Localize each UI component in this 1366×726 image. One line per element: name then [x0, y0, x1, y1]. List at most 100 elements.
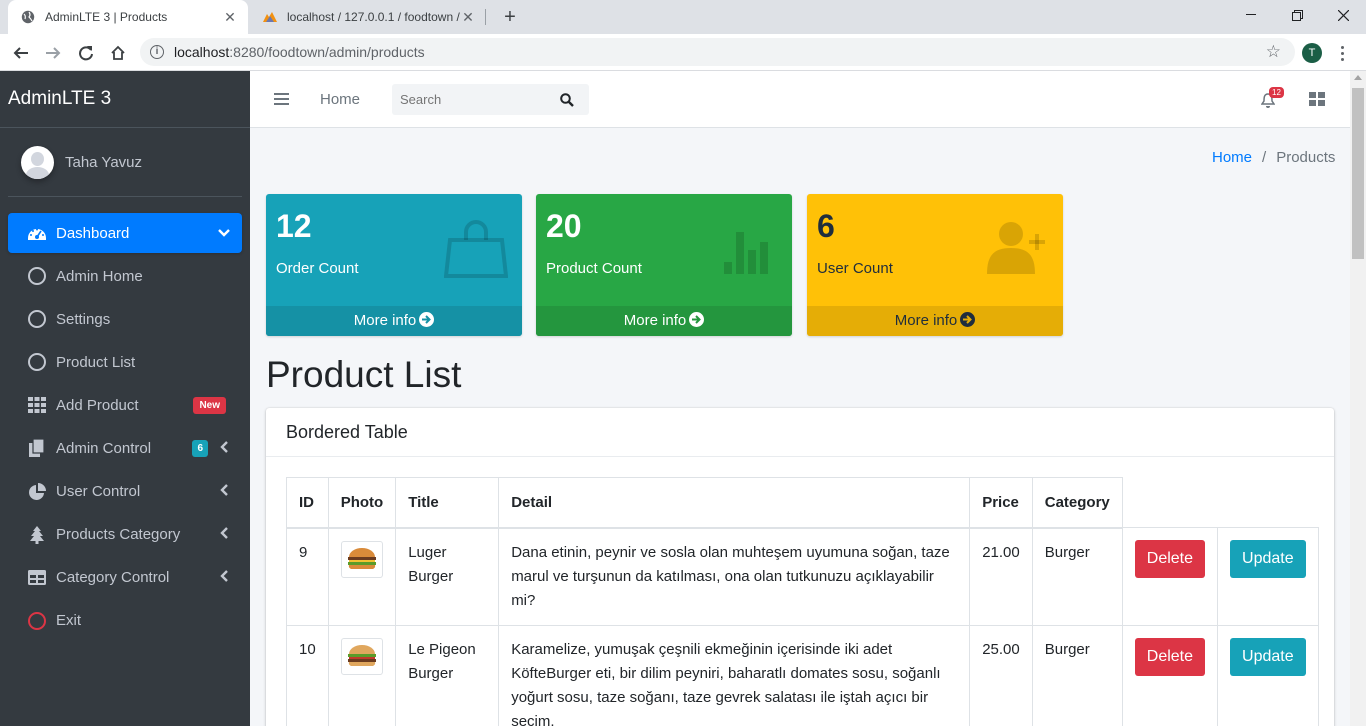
product-count-box: 20 Product Count More info: [536, 194, 792, 336]
more-info-link[interactable]: More info: [807, 306, 1063, 336]
url-host: localhost: [174, 44, 230, 60]
product-detail: Karamelize, yumuşak çeşnili ekmeğinin iç…: [498, 624, 971, 726]
more-info-link[interactable]: More info: [266, 306, 522, 336]
minimize-icon[interactable]: [1228, 0, 1274, 30]
bookmark-star-icon[interactable]: ☆: [1266, 42, 1281, 62]
globe-icon: [20, 9, 36, 25]
stat-value: 12: [276, 208, 312, 244]
sidebar-item-label: Admin Home: [56, 267, 143, 285]
stat-label: User Count: [817, 260, 893, 277]
more-info-link[interactable]: More info: [536, 306, 792, 336]
user-plus-icon: [987, 222, 1045, 274]
burger-image: [347, 645, 376, 667]
th-icon: [26, 394, 48, 416]
stat-value: 20: [546, 208, 582, 244]
circle-red-icon: [28, 611, 46, 630]
column-header: Detail: [498, 477, 971, 529]
scrollbar-thumb[interactable]: [1352, 88, 1364, 259]
search-icon[interactable]: [552, 84, 582, 115]
home-icon[interactable]: [105, 40, 131, 66]
user-count-box: 6 User Count More info: [807, 194, 1063, 336]
chevron-left-icon: [220, 440, 230, 457]
sidebar-item-label: Dashboard: [56, 224, 130, 242]
close-window-icon[interactable]: [1320, 0, 1366, 30]
sidebar-item-add-product[interactable]: Add Product New: [8, 385, 242, 425]
sidebar-item-products-category[interactable]: Products Category: [8, 515, 242, 555]
sidebar-item-label: Admin Control: [56, 439, 152, 457]
tree-icon: [26, 524, 48, 546]
more-info-label: More info: [894, 312, 958, 329]
circle-icon: [28, 267, 46, 286]
product-price: 25.00: [969, 624, 1033, 726]
menu-toggle-icon[interactable]: [274, 93, 289, 105]
delete-button[interactable]: Delete: [1134, 637, 1206, 676]
restore-icon[interactable]: [1274, 0, 1320, 30]
product-category: Burger: [1031, 624, 1123, 726]
burger-image: [347, 548, 376, 570]
scroll-up-arrow-icon[interactable]: [1354, 75, 1362, 80]
sidebar-item-dashboard[interactable]: Dashboard: [8, 213, 242, 253]
breadcrumb-home[interactable]: Home: [1212, 149, 1252, 166]
circle-icon: [28, 310, 46, 329]
sidebar-item-settings[interactable]: Settings: [8, 299, 242, 339]
sidebar-item-category-control[interactable]: Category Control: [8, 558, 242, 598]
more-info-label: More info: [623, 312, 687, 329]
sidebar-item-product-list[interactable]: Product List: [8, 342, 242, 382]
sidebar-item-label: Add Product: [56, 396, 139, 414]
url-field[interactable]: i localhost:8280/foodtown/admin/products…: [140, 38, 1295, 66]
main-header: Home 12: [250, 71, 1350, 128]
browser-tab-active[interactable]: AdminLTE 3 | Products ✕: [8, 0, 248, 34]
site-info-icon[interactable]: i: [150, 45, 164, 59]
reload-icon[interactable]: [73, 40, 99, 66]
arrow-circle-right-icon: [960, 312, 976, 327]
stat-label: Product Count: [546, 260, 642, 277]
product-title: Luger Burger: [395, 527, 500, 626]
breadcrumb-current: Products: [1276, 149, 1336, 166]
product-table-card: Bordered Table ID Photo Title Detail Pri…: [266, 408, 1334, 726]
user-name[interactable]: Taha Yavuz: [65, 154, 142, 171]
sidebar-item-admin-home[interactable]: Admin Home: [8, 256, 242, 296]
close-tab-icon[interactable]: ✕: [460, 9, 476, 26]
notifications-bell-icon[interactable]: 12: [1261, 87, 1284, 109]
profile-avatar[interactable]: T: [1302, 43, 1322, 63]
search-input[interactable]: [392, 92, 552, 107]
product-detail: Dana etinin, peynir ve sosla olan muhteş…: [498, 527, 971, 626]
sidebar-item-admin-control[interactable]: Admin Control 6: [8, 428, 242, 468]
user-avatar[interactable]: [21, 145, 54, 179]
stat-value: 6: [817, 208, 835, 244]
delete-button[interactable]: Delete: [1134, 540, 1206, 578]
new-tab-icon[interactable]: +: [498, 5, 522, 29]
product-title: Le Pigeon Burger: [395, 624, 500, 726]
tab-title: localhost / 127.0.0.1 / foodtown /: [287, 10, 460, 24]
table-icon: [26, 567, 48, 589]
tab-title: AdminLTE 3 | Products: [45, 10, 168, 24]
product-price: 21.00: [969, 527, 1033, 626]
product-category: Burger: [1031, 527, 1123, 626]
stat-label: Order Count: [276, 260, 359, 277]
notification-count-badge: 12: [1269, 87, 1284, 98]
copy-icon: [26, 437, 48, 459]
close-tab-icon[interactable]: ✕: [222, 9, 238, 26]
sidebar-item-user-control[interactable]: User Control: [8, 472, 242, 512]
sidebar-item-label: Settings: [56, 310, 111, 328]
update-button[interactable]: Update: [1230, 540, 1306, 578]
chevron-left-icon: [220, 569, 230, 586]
table-row: 10 Le Pigeon Burger Karamelize, yumuşak …: [286, 624, 1320, 726]
brand-link[interactable]: AdminLTE 3: [0, 71, 250, 128]
product-table: ID Photo Title Detail Price Category 9 L…: [286, 477, 1320, 726]
browser-menu-icon[interactable]: [1334, 42, 1350, 64]
sidebar-item-exit[interactable]: Exit: [8, 601, 242, 641]
back-icon[interactable]: [8, 40, 34, 66]
sidebar-item-label: Exit: [56, 612, 82, 630]
count-badge: 6: [192, 439, 208, 457]
url-path: :8280/foodtown/admin/products: [229, 44, 425, 60]
nav-home-link[interactable]: Home: [320, 91, 360, 108]
update-button[interactable]: Update: [1230, 637, 1306, 676]
shopping-bag-icon: [444, 220, 508, 278]
grid-layout-icon[interactable]: [1309, 92, 1325, 106]
forward-icon[interactable]: [40, 40, 66, 66]
arrow-circle-right-icon: [419, 312, 435, 327]
tachometer-icon: [26, 222, 48, 244]
new-badge: New: [193, 396, 226, 414]
browser-tab-inactive[interactable]: localhost / 127.0.0.1 / foodtown / ✕: [250, 0, 486, 34]
